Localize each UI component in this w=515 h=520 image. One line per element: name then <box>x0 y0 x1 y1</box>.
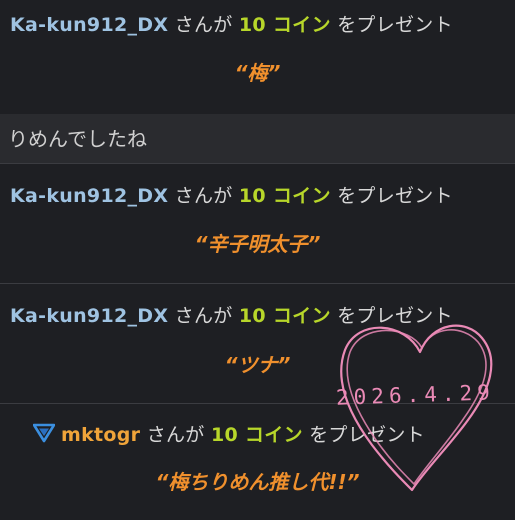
coin-amount: 10 コイン <box>238 305 331 327</box>
coin-amount: 10 コイン <box>238 14 331 36</box>
sender-name[interactable]: mktogr <box>61 424 140 446</box>
connector-text: さんが <box>168 305 239 327</box>
gift-message: “梅ちりめん推し代!!” <box>155 470 360 494</box>
chat-message-text: りめんでしたね <box>8 127 147 151</box>
gift-feed: Ka-kun912_DX さんが 10 コイン をプレゼント “梅” りめんでし… <box>0 0 515 520</box>
gift-item: Ka-kun912_DX さんが 10 コイン をプレゼント “辛子明太子” <box>0 164 515 284</box>
gift-item: mktogr さんが 10 コイン をプレゼント “梅ちりめん推し代!!” <box>0 404 515 520</box>
coin-amount: 10 コイン <box>238 185 331 207</box>
connector-text: さんが <box>168 185 239 207</box>
gift-item: Ka-kun912_DX さんが 10 コイン をプレゼント “梅” <box>0 0 515 114</box>
gift-line: Ka-kun912_DX さんが 10 コイン をプレゼント <box>10 184 507 208</box>
action-text: をプレゼント <box>330 14 453 36</box>
gift-line: mktogr さんが 10 コイン をプレゼント <box>32 423 507 449</box>
gift-message: “ツナ” <box>224 353 291 377</box>
sender-name[interactable]: Ka-kun912_DX <box>10 185 168 207</box>
action-text: をプレゼント <box>302 424 425 446</box>
action-text: をプレゼント <box>330 305 453 327</box>
gift-message: “辛子明太子” <box>194 232 321 256</box>
gift-message: “梅” <box>234 61 281 85</box>
gift-item: Ka-kun912_DX さんが 10 コイン をプレゼント “ツナ” <box>0 284 515 404</box>
connector-text: さんが <box>140 424 211 446</box>
v-shield-badge-icon <box>32 423 56 449</box>
sender-name[interactable]: Ka-kun912_DX <box>10 305 168 327</box>
gift-line: Ka-kun912_DX さんが 10 コイン をプレゼント <box>10 304 507 328</box>
connector-text: さんが <box>168 14 239 36</box>
action-text: をプレゼント <box>330 185 453 207</box>
coin-amount: 10 コイン <box>210 424 303 446</box>
sender-name[interactable]: Ka-kun912_DX <box>10 14 168 36</box>
chat-message-row: りめんでしたね <box>0 114 515 164</box>
gift-line: Ka-kun912_DX さんが 10 コイン をプレゼント <box>10 13 507 37</box>
